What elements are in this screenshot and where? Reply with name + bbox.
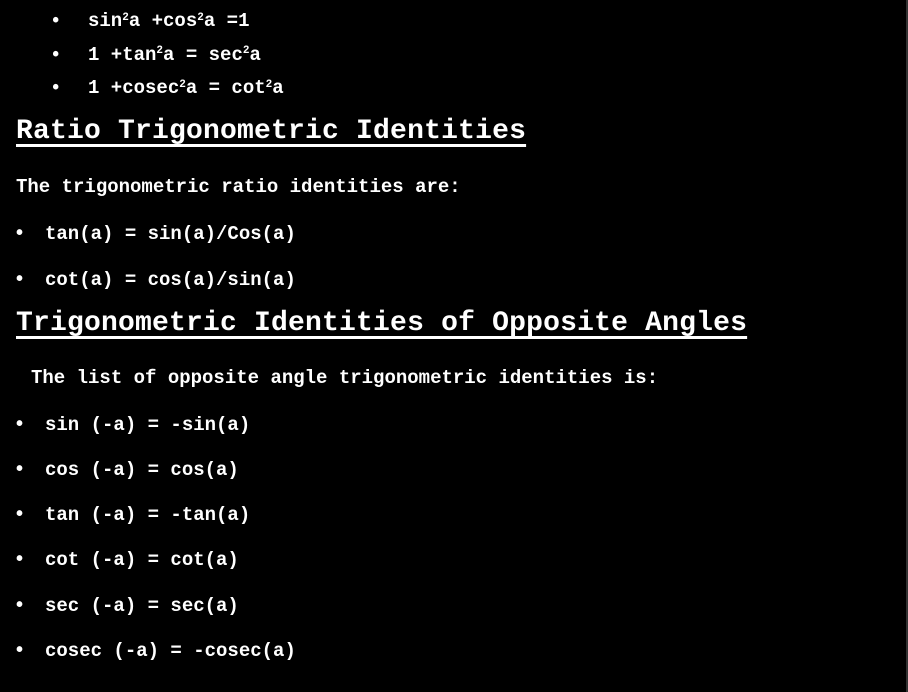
superscript: 2 [265, 78, 273, 91]
ratio-section-heading: Ratio Trigonometric Identities [16, 116, 527, 147]
identity-text: cot (-a) = cot(a) [45, 549, 239, 571]
opposite-identity-item: • sec (-a) = sec(a) [16, 594, 239, 617]
opposite-identity-item: • cosec (-a) = -cosec(a) [16, 639, 296, 662]
identity-text: cos (-a) = cos(a) [45, 459, 239, 481]
bullet-icon: • [16, 594, 24, 616]
identity-text: a =1 [203, 10, 250, 32]
identity-text: sec (-a) = sec(a) [45, 595, 239, 617]
superscript: 2 [242, 45, 250, 58]
bullet-icon: • [16, 222, 24, 244]
bullet-icon: • [16, 458, 24, 480]
opposite-section-heading: Trigonometric Identities of Opposite Ang… [16, 308, 748, 339]
identity-text: a [249, 43, 261, 66]
bullet-icon: • [16, 503, 24, 525]
identity-text: a [272, 77, 284, 99]
list-item: • 1 +tan2a = sec2a [0, 40, 284, 74]
bullet-icon: • [16, 268, 24, 290]
ratio-identity-item: • cot(a) = cos(a)/sin(a) [16, 268, 296, 291]
identity-text: sin [88, 10, 123, 32]
list-item: • 1 +cosec2a = cot2a [0, 73, 284, 107]
identity-text: cosec (-a) = -cosec(a) [45, 640, 296, 662]
opposite-identity-item: • sin (-a) = -sin(a) [16, 413, 250, 436]
identity-text: tan(a) = sin(a)/Cos(a) [45, 223, 296, 245]
bullet-icon: • [50, 43, 62, 66]
pythagorean-identities-list: • sin2a +cos2a =1 • 1 +tan2a = sec2a • 1… [0, 6, 284, 107]
list-item: • sin2a +cos2a =1 [0, 6, 284, 40]
identity-text: a = cot [185, 77, 266, 99]
bullet-icon: • [50, 77, 62, 99]
bullet-icon: • [16, 413, 24, 435]
bullet-icon: • [16, 639, 24, 661]
opposite-identity-item: • tan (-a) = -tan(a) [16, 503, 250, 526]
identity-text: a = sec [163, 43, 243, 66]
identity-text: sin (-a) = -sin(a) [45, 414, 251, 436]
opposite-identity-item: • cos (-a) = cos(a) [16, 458, 239, 481]
superscript: 2 [156, 45, 164, 58]
ratio-section-intro: The trigonometric ratio identities are: [16, 176, 461, 198]
identity-text: 1 +cosec [88, 77, 180, 99]
identity-text: cot(a) = cos(a)/sin(a) [45, 269, 296, 291]
superscript: 2 [197, 11, 204, 24]
superscript: 2 [122, 11, 129, 24]
opposite-identity-item: • cot (-a) = cot(a) [16, 548, 239, 571]
superscript: 2 [179, 78, 186, 91]
bullet-icon: • [50, 10, 62, 32]
document-page: • sin2a +cos2a =1 • 1 +tan2a = sec2a • 1… [0, 0, 906, 692]
identity-text: 1 +tan [88, 43, 157, 66]
opposite-section-intro: The list of opposite angle trigonometric… [31, 367, 659, 389]
ratio-identity-item: • tan(a) = sin(a)/Cos(a) [16, 222, 296, 245]
bullet-icon: • [16, 548, 24, 570]
identity-text: tan (-a) = -tan(a) [45, 504, 251, 526]
identity-text: a +cos [128, 10, 198, 32]
